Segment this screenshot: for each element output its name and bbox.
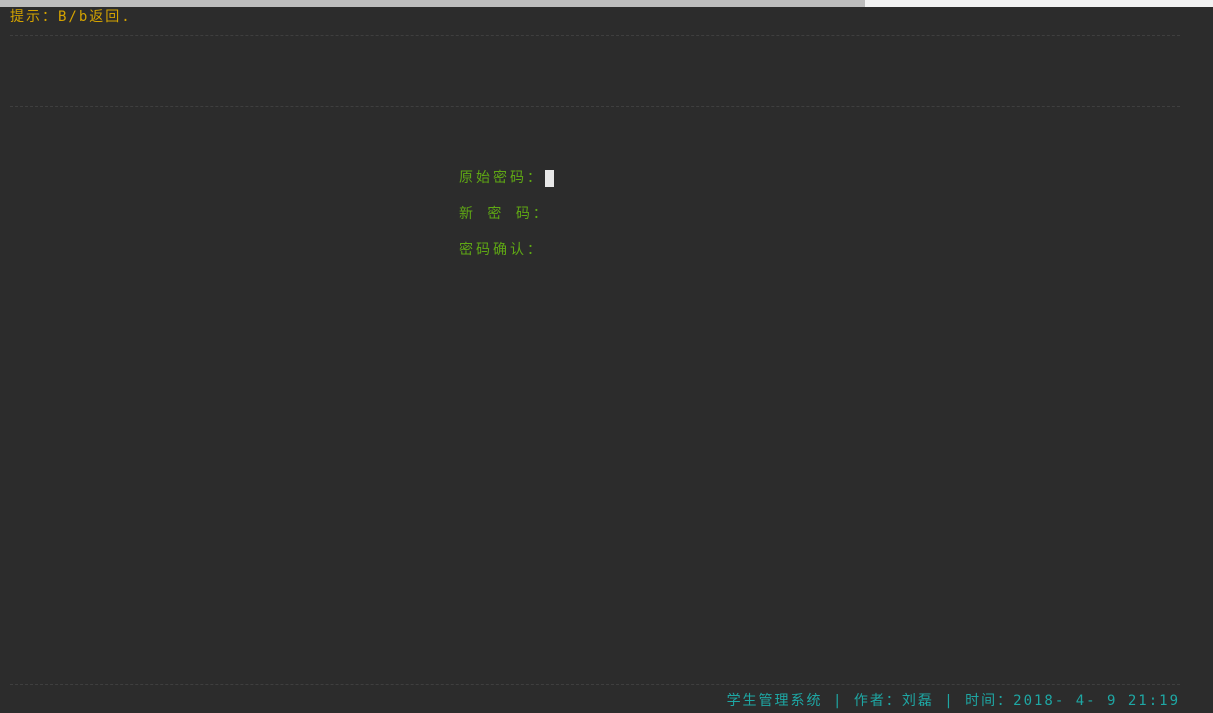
top-divider [10,35,1180,36]
original-password-field[interactable]: 原始密码： [459,168,554,204]
text-cursor [545,170,554,187]
original-password-label: 原始密码： [459,170,544,186]
footer-divider [10,684,1180,685]
confirm-password-label: 密码确认： [459,242,544,258]
title-bar-strip [0,0,865,7]
title-bar-strip-right [865,0,1213,7]
header-divider [10,106,1180,107]
new-password-label: 新 密 码： [459,206,550,222]
status-bar: 学生管理系统 | 作者：刘磊 | 时间：2018- 4- 9 21:19 [726,693,1180,709]
change-password-form: 原始密码： 新 密 码： 密码确认： [459,168,554,276]
new-password-field[interactable]: 新 密 码： [459,204,554,240]
terminal-window: 提示：B/b返回. 原始密码： 新 密 码： 密码确认： 学生管理系统 | 作者… [0,0,1213,713]
confirm-password-field[interactable]: 密码确认： [459,240,554,276]
hint-text: 提示：B/b返回. [10,9,132,25]
